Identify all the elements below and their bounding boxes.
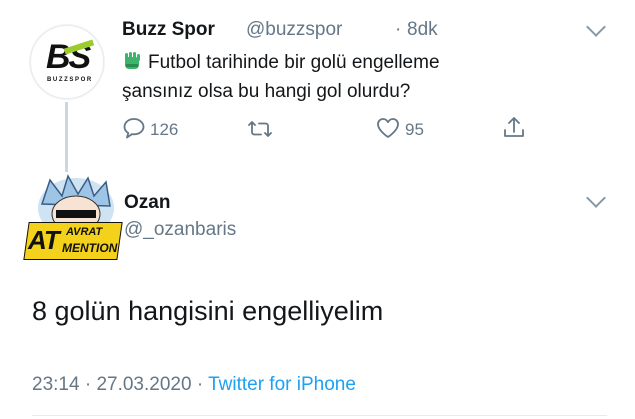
display-name[interactable]: Buzz Spor <box>122 19 215 41</box>
thread-connector-line <box>65 102 68 172</box>
tweet-meta: 23:14 · 27.03.2020 · Twitter for iPhone <box>32 374 356 396</box>
chevron-down-icon[interactable] <box>586 17 606 37</box>
tweet-text-line1: Futbol tarihinde bir golü engelleme <box>148 52 440 73</box>
tweet-text-line2: şansınız olsa bu hangi gol olurdu? <box>122 81 411 102</box>
user-handle[interactable]: @_ozanbaris <box>124 219 236 241</box>
reply-icon[interactable] <box>122 117 146 144</box>
chevron-down-icon[interactable] <box>586 188 606 208</box>
goalkeeper-glove-icon <box>122 51 142 71</box>
user-handle[interactable]: @buzzspor <box>246 19 342 41</box>
avatar-banner-avrat: AVRAT <box>66 226 103 238</box>
avatar-ozan[interactable]: AT AVRAT MENTION <box>23 174 123 266</box>
buzzspor-logo: BS <box>46 39 95 74</box>
buzzspor-logo-subtext: BUZZSPOR <box>47 77 93 83</box>
tweet-time[interactable]: 23:14 <box>32 374 80 395</box>
reply-count[interactable]: 126 <box>150 120 178 140</box>
avatar-buzzspor[interactable]: BS BUZZSPOR <box>30 25 104 99</box>
avatar-banner-mention: MENTION <box>62 241 118 255</box>
tweet-source-link[interactable]: Twitter for iPhone <box>208 374 356 395</box>
tweet-time[interactable]: 8dk <box>407 19 438 41</box>
like-icon[interactable] <box>375 116 401 145</box>
divider <box>32 415 607 416</box>
separator: · <box>84 374 92 395</box>
like-count[interactable]: 95 <box>405 120 424 140</box>
display-name[interactable]: Ozan <box>124 192 170 214</box>
tweet-text: Futbol tarihinde bir golü engelleme şans… <box>122 48 602 106</box>
tweet-text: 8 golün hangisini engelliyelim <box>32 296 384 326</box>
separator: · <box>395 19 402 40</box>
separator: · <box>196 374 204 395</box>
retweet-icon[interactable] <box>245 118 275 145</box>
tweet-date[interactable]: 27.03.2020 <box>96 374 191 395</box>
avatar-banner-at: AT <box>28 225 60 255</box>
share-icon[interactable] <box>502 115 526 146</box>
